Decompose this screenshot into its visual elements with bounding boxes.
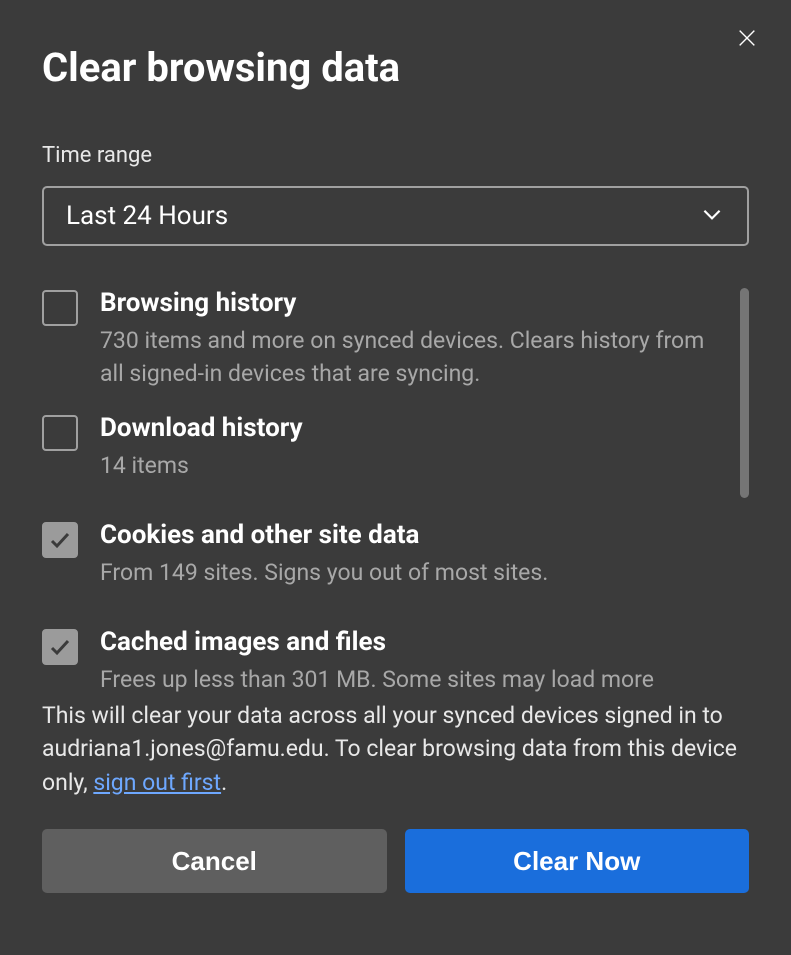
- option-title: Cookies and other site data: [100, 520, 715, 550]
- sign-out-link[interactable]: sign out first: [93, 769, 221, 796]
- option-cached-files: Cached images and files Frees up less th…: [42, 627, 715, 693]
- option-cookies: Cookies and other site data From 149 sit…: [42, 520, 715, 589]
- option-desc: Frees up less than 301 MB. Some sites ma…: [100, 663, 715, 693]
- footer-sync-notice: This will clear your data across all you…: [42, 699, 749, 799]
- option-title: Download history: [100, 413, 715, 443]
- checkbox-cached-files[interactable]: [42, 629, 78, 665]
- option-download-history: Download history 14 items: [42, 413, 715, 482]
- option-desc: 730 items and more on synced devices. Cl…: [100, 324, 715, 391]
- footer-text-after: .: [221, 769, 227, 796]
- option-title: Browsing history: [100, 288, 715, 318]
- close-icon: [736, 27, 758, 49]
- checkbox-cookies[interactable]: [42, 522, 78, 558]
- clear-now-button[interactable]: Clear Now: [405, 829, 750, 893]
- options-scroll-area: Browsing history 730 items and more on s…: [42, 288, 749, 693]
- time-range-value: Last 24 Hours: [66, 201, 228, 231]
- check-icon: [48, 528, 72, 552]
- option-desc: From 149 sites. Signs you out of most si…: [100, 556, 715, 589]
- checkbox-download-history[interactable]: [42, 415, 78, 451]
- option-title: Cached images and files: [100, 627, 715, 657]
- option-desc: 14 items: [100, 449, 715, 482]
- dialog-title: Clear browsing data: [42, 44, 749, 91]
- time-range-dropdown[interactable]: Last 24 Hours: [42, 186, 749, 246]
- close-button[interactable]: [731, 22, 763, 54]
- checkbox-browsing-history[interactable]: [42, 290, 78, 326]
- cancel-button[interactable]: Cancel: [42, 829, 387, 893]
- scrollbar[interactable]: [740, 288, 749, 498]
- option-browsing-history: Browsing history 730 items and more on s…: [42, 288, 715, 391]
- time-range-label: Time range: [42, 143, 749, 168]
- dialog-actions: Cancel Clear Now: [42, 829, 749, 893]
- chevron-down-icon: [699, 201, 725, 231]
- check-icon: [48, 635, 72, 659]
